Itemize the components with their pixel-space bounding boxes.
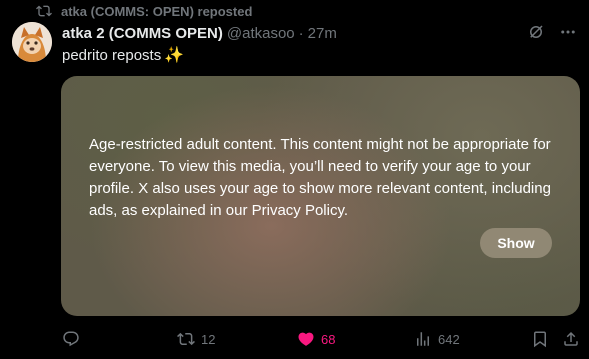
repost-button[interactable]: 12 bbox=[177, 330, 215, 348]
views-bar-chart-icon bbox=[417, 332, 429, 346]
more-options-icon[interactable] bbox=[559, 23, 577, 41]
author-handle[interactable]: @atkasoo bbox=[227, 25, 295, 42]
sparkles-emoji: ✨ bbox=[164, 47, 185, 64]
grok-icon[interactable] bbox=[527, 23, 545, 41]
avatar[interactable] bbox=[12, 22, 52, 62]
tweet-header: atka 2 (COMMS OPEN) @atkasoo · 27m bbox=[62, 23, 337, 43]
author-display-name[interactable]: atka 2 (COMMS OPEN) bbox=[62, 25, 223, 42]
timestamp[interactable]: 27m bbox=[308, 25, 337, 42]
avatar-image bbox=[12, 22, 52, 62]
bookmark-icon bbox=[534, 331, 546, 348]
show-media-button[interactable]: Show bbox=[480, 228, 552, 258]
like-count: 68 bbox=[321, 331, 336, 347]
like-button[interactable]: 68 bbox=[297, 330, 335, 348]
repost-banner-label: atka (COMMS: OPEN) reposted bbox=[61, 3, 253, 19]
repost-banner[interactable]: atka (COMMS: OPEN) reposted bbox=[36, 2, 252, 20]
share-button[interactable] bbox=[562, 330, 580, 348]
tweet-text-content: pedrito reposts bbox=[62, 46, 162, 64]
repost-icon bbox=[36, 5, 52, 17]
bookmark-button[interactable] bbox=[531, 330, 549, 348]
share-icon bbox=[564, 331, 578, 346]
repost-count: 12 bbox=[201, 331, 216, 347]
view-count: 642 bbox=[438, 331, 460, 347]
tweet-top-actions bbox=[527, 23, 577, 41]
reply-button[interactable] bbox=[62, 330, 86, 348]
sensitive-media[interactable]: Age-restricted adult content. This conte… bbox=[61, 76, 580, 316]
reply-icon bbox=[63, 331, 79, 347]
heart-filled-icon bbox=[298, 332, 314, 346]
repost-action-icon bbox=[177, 332, 195, 346]
views-button[interactable]: 642 bbox=[414, 330, 460, 348]
age-restriction-warning: Age-restricted adult content. This conte… bbox=[89, 136, 551, 219]
tweet-text: pedrito reposts ✨ bbox=[62, 45, 184, 65]
separator-dot: · bbox=[298, 24, 304, 42]
